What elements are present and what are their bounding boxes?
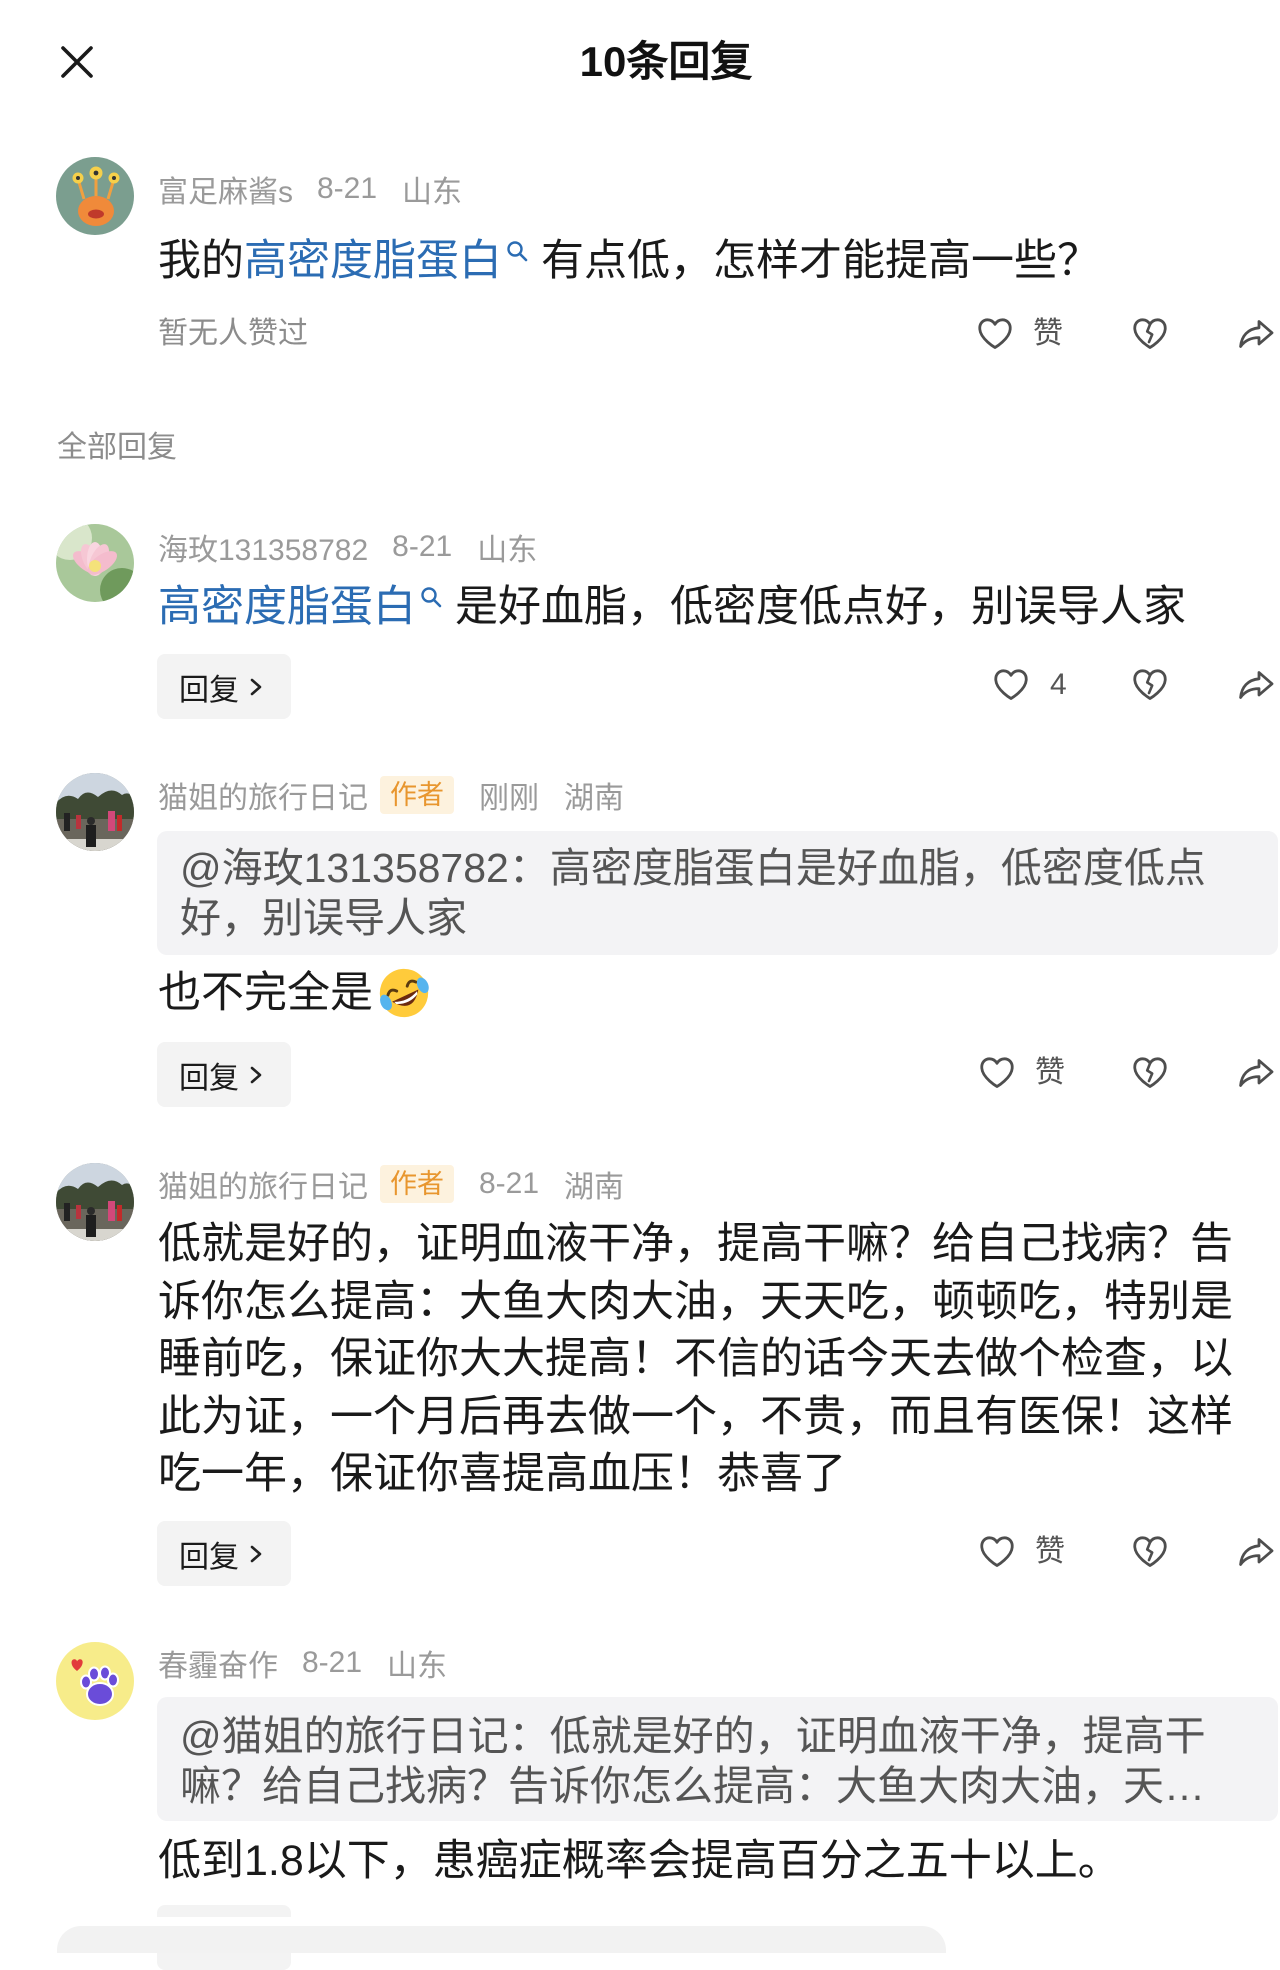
broken-heart-icon[interactable] xyxy=(1130,1532,1170,1572)
share-icon[interactable] xyxy=(1236,314,1276,354)
bottom-panel xyxy=(0,1917,1280,1953)
park-photo-avatar[interactable] xyxy=(56,773,134,851)
orange-monster-avatar[interactable] xyxy=(56,157,134,235)
comment-location: 山东 xyxy=(477,534,538,567)
topic-link[interactable]: 高密度脂蛋白 xyxy=(244,237,502,285)
quote-line: 好，别误导人家 xyxy=(180,895,467,941)
rolling-laughing-emoji-icon xyxy=(379,968,429,1017)
park-photo-avatar[interactable] xyxy=(56,1163,134,1241)
section-label: 全部回复 xyxy=(57,431,177,464)
comment-actions: 赞 xyxy=(0,314,1280,354)
comment-date: 刚刚 xyxy=(479,782,539,815)
search-icon[interactable] xyxy=(419,585,443,609)
quoted-comment[interactable]: @猫姐的旅行日记：低就是好的，证明血液干净，提高干 嘛？给自己找病？告诉你怎么提… xyxy=(157,1697,1278,1821)
quoted-comment[interactable]: @海玫131358782：高密度脂蛋白是好血脂，低密度低点 好，别误导人家 xyxy=(157,831,1278,955)
close-button[interactable] xyxy=(57,42,97,82)
broken-heart-icon[interactable] xyxy=(1130,665,1170,705)
purple-paw-avatar[interactable] xyxy=(56,1642,134,1720)
lotus-flower-avatar[interactable] xyxy=(56,524,134,602)
comment-text: 我的高密度脂蛋白 有点低，怎样才能提高一些？ xyxy=(158,233,1100,289)
heart-icon[interactable] xyxy=(975,314,1015,354)
comment-actions: 赞 xyxy=(0,1532,1280,1572)
heart-icon[interactable] xyxy=(977,1532,1017,1572)
quote-line: @海玫131358782：高密度脂蛋白是好血脂，低密度低点 xyxy=(180,845,1206,891)
reply-input[interactable] xyxy=(57,1926,946,1953)
comment-text-line: 睡前吃，保证你大大提高！不信的话今天去做个检查，以 xyxy=(158,1335,1233,1384)
share-icon[interactable] xyxy=(1236,665,1276,705)
quote-line: 嘛？给自己找病？告诉你怎么提高：大鱼大肉大油，天… xyxy=(180,1763,1205,1809)
comment-text-part: 低到1.8以下，患癌症概率会提高百分之五十以上。 xyxy=(158,1837,1121,1885)
heart-icon[interactable] xyxy=(977,1053,1017,1093)
comment-text-part: 有点低，怎样才能提高一些？ xyxy=(541,237,1100,285)
page-title: 10条回复 xyxy=(579,38,753,85)
comment-text-line: 诉你怎么提高：大鱼大肉大油，天天吃，顿顿吃，特别是 xyxy=(158,1277,1233,1326)
username[interactable]: 猫姐的旅行日记 xyxy=(158,1162,368,1206)
broken-heart-icon[interactable] xyxy=(1130,1053,1170,1093)
comment-text-line: 此为证，一个月后再去做一个，不贵，而且有医保！这样 xyxy=(158,1392,1233,1441)
username[interactable]: 春霾奋作 xyxy=(158,1641,278,1685)
like-label[interactable]: 赞 xyxy=(1033,314,1063,354)
username[interactable]: 猫姐的旅行日记 xyxy=(158,773,368,817)
username[interactable]: 海玫131358782 xyxy=(158,525,368,569)
comment-actions: 赞 xyxy=(0,1053,1280,1093)
comment-text: 低就是好的，证明血液干净，提高干嘛？给自己找病？告 诉你怎么提高：大鱼大肉大油，… xyxy=(158,1216,1233,1504)
broken-heart-icon[interactable] xyxy=(1130,314,1170,354)
quote-line: @猫姐的旅行日记：低就是好的，证明血液干净，提高干 xyxy=(180,1713,1206,1759)
like-label[interactable]: 赞 xyxy=(1035,1532,1065,1572)
comment-meta: 春霾奋作 8-21 山东 xyxy=(158,1643,447,1683)
comment-text-part: 也不完全是 xyxy=(158,969,373,1017)
comment-actions: 4 xyxy=(0,665,1280,705)
search-icon[interactable] xyxy=(505,239,529,263)
close-icon[interactable] xyxy=(57,42,97,82)
comment-location: 山东 xyxy=(387,1650,448,1683)
comment-meta: 海玫131358782 8-21 山东 xyxy=(158,527,537,567)
author-badge: 作者 xyxy=(380,1165,454,1203)
comment-date: 8-21 xyxy=(317,172,378,205)
comment-date: 8-21 xyxy=(302,1646,363,1679)
share-icon[interactable] xyxy=(1236,1053,1276,1093)
avatar[interactable] xyxy=(56,524,134,602)
comment-location: 湖南 xyxy=(564,782,624,815)
comment-text-part: 我的 xyxy=(158,237,244,285)
comment-date: 8-21 xyxy=(479,1167,540,1200)
comment-text: 低到1.8以下，患癌症概率会提高百分之五十以上。 xyxy=(158,1833,1121,1889)
like-label[interactable]: 赞 xyxy=(1035,1053,1065,1093)
share-icon[interactable] xyxy=(1236,1532,1276,1572)
comment-meta: 富足麻酱s 8-21 山东 xyxy=(158,169,462,209)
comment-date: 8-21 xyxy=(392,530,453,563)
comment-text-line: 低就是好的，证明血液干净，提高干嘛？给自己找病？告 xyxy=(158,1220,1233,1268)
heart-icon[interactable] xyxy=(991,665,1031,705)
like-count: 4 xyxy=(1050,668,1067,701)
comment-location: 山东 xyxy=(402,176,463,209)
comment-text: 也不完全是 xyxy=(158,965,433,1022)
comment-text-part: 是好血脂，低密度低点好，别误导人家 xyxy=(455,583,1186,631)
avatar[interactable] xyxy=(56,1642,134,1720)
avatar[interactable] xyxy=(56,1163,134,1241)
comment-meta: 猫姐的旅行日记 作者 8-21 湖南 xyxy=(158,1164,624,1204)
avatar[interactable] xyxy=(56,157,134,235)
comment-meta: 猫姐的旅行日记 作者 刚刚 湖南 xyxy=(158,775,624,815)
comment-text: 高密度脂蛋白 是好血脂，低密度低点好，别误导人家 xyxy=(158,579,1186,635)
username[interactable]: 富足麻酱s xyxy=(158,167,293,211)
author-badge: 作者 xyxy=(380,776,454,814)
comment-text-line: 吃一年，保证你喜提高血压！恭喜了 xyxy=(158,1450,846,1499)
comment-location: 湖南 xyxy=(564,1171,625,1204)
topic-link[interactable]: 高密度脂蛋白 xyxy=(158,583,416,631)
avatar[interactable] xyxy=(56,773,134,851)
